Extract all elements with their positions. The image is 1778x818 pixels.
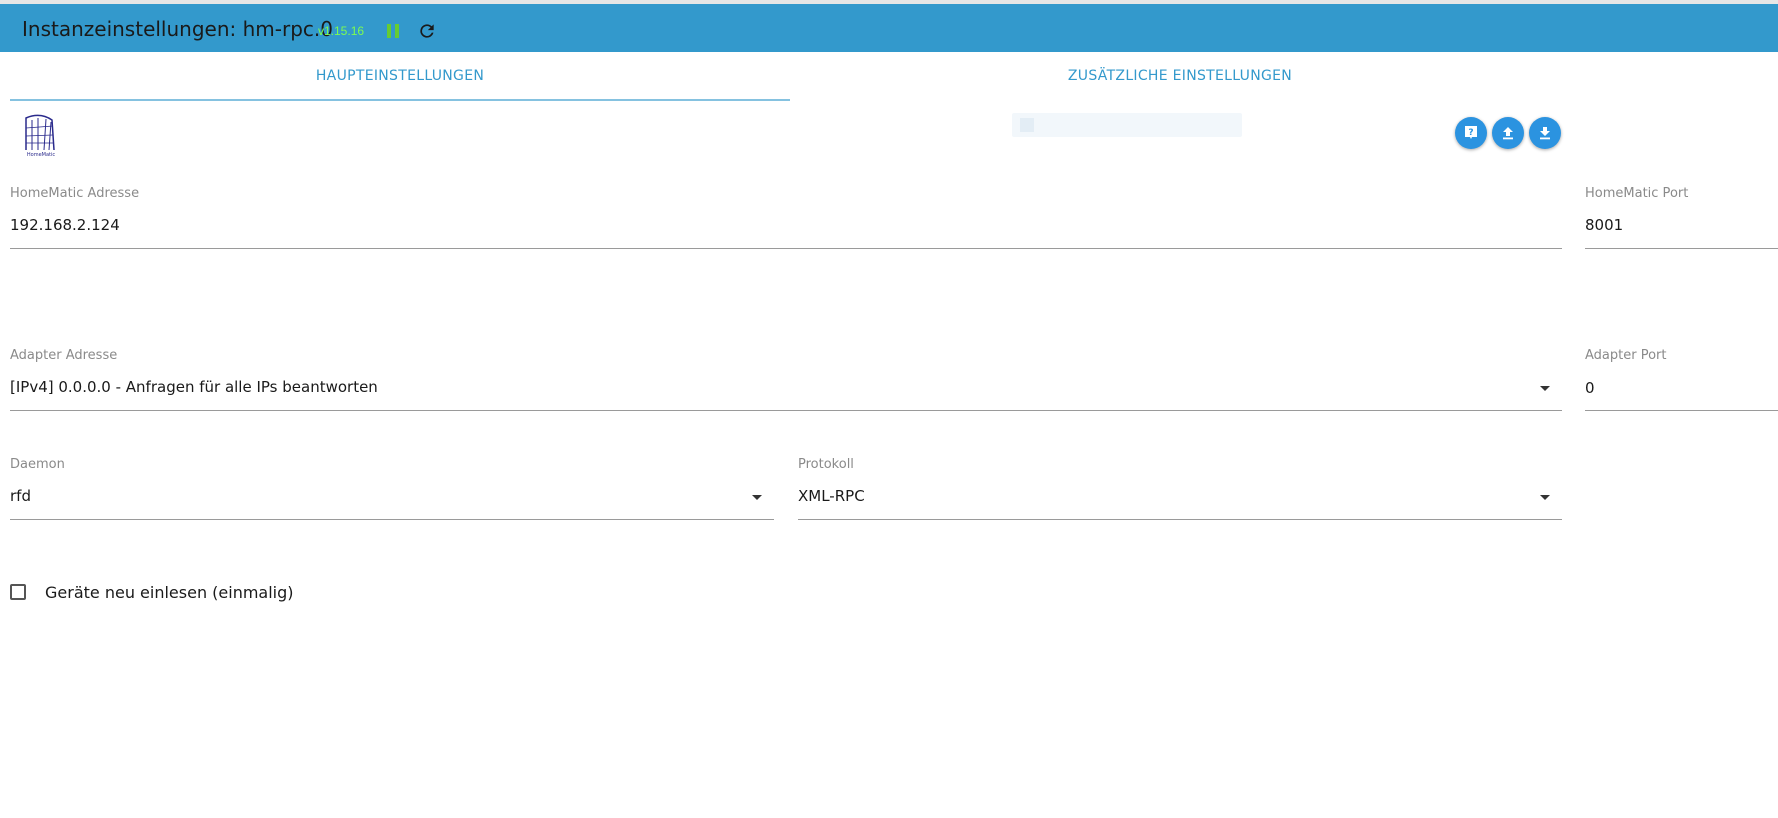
adapter-port-field[interactable]: Adapter Port 0 [1585,348,1778,412]
logo-text: HomeMatic [27,152,55,158]
help-button[interactable]: ? [1455,117,1487,149]
adapter-address-label: Adapter Adresse [10,348,118,363]
page-title: Instanzeinstellungen: hm-rpc.0 [22,17,333,41]
protocol-label: Protokoll [798,457,854,472]
pause-icon[interactable] [385,22,401,40]
version-badge: v1.15.16 [318,24,365,38]
faded-checkbox-square [1020,118,1034,132]
faded-checkbox-overlay [1012,113,1242,137]
reload-icon[interactable] [417,21,437,41]
homematic-port-field[interactable]: HomeMatic Port 8001 [1585,186,1778,250]
protocol-select[interactable]: Protokoll XML-RPC [798,457,1562,521]
input-underline [10,519,774,520]
tab-additional-settings[interactable]: ZUSÄTZLICHE EINSTELLUNGEN [790,52,1570,99]
daemon-value[interactable]: rfd [10,487,31,505]
adapter-address-select[interactable]: Adapter Adresse [IPv4] 0.0.0.0 - Anfrage… [10,348,1562,412]
reread-devices-checkbox[interactable] [10,584,26,600]
tab-main-settings[interactable]: HAUPTEINSTELLUNGEN [10,52,790,99]
dropdown-arrow-icon[interactable] [1540,386,1550,391]
svg-text:?: ? [1468,128,1473,138]
input-underline [1585,248,1778,249]
input-underline [10,410,1562,411]
homematic-port-input[interactable]: 8001 [1585,216,1623,234]
adapter-port-label: Adapter Port [1585,348,1667,363]
download-icon [1540,127,1550,140]
dropdown-arrow-icon[interactable] [752,495,762,500]
reread-devices-label: Geräte neu einlesen (einmalig) [45,582,294,602]
title-bar: Instanzeinstellungen: hm-rpc.0 v1.15.16 [0,4,1778,52]
adapter-port-input[interactable]: 0 [1585,379,1595,397]
active-tab-indicator [10,99,790,101]
help-icon: ? [1465,126,1477,139]
reread-devices-option[interactable]: Geräte neu einlesen (einmalig) [10,580,294,604]
adapter-address-value[interactable]: [IPv4] 0.0.0.0 - Anfragen für alle IPs b… [10,378,378,396]
upload-icon [1503,127,1513,140]
daemon-label: Daemon [10,457,65,472]
download-button[interactable] [1529,117,1561,149]
daemon-select[interactable]: Daemon rfd [10,457,774,521]
input-underline [1585,410,1778,411]
homematic-logo: HomeMatic [25,114,55,158]
input-underline [798,519,1562,520]
input-underline [10,248,1562,249]
homematic-address-label: HomeMatic Adresse [10,186,140,201]
upload-button[interactable] [1492,117,1524,149]
protocol-value[interactable]: XML-RPC [798,487,865,505]
homematic-address-field[interactable]: HomeMatic Adresse 192.168.2.124 [10,186,1562,250]
dropdown-arrow-icon[interactable] [1540,495,1550,500]
homematic-address-input[interactable]: 192.168.2.124 [10,216,120,234]
homematic-port-label: HomeMatic Port [1585,186,1689,201]
